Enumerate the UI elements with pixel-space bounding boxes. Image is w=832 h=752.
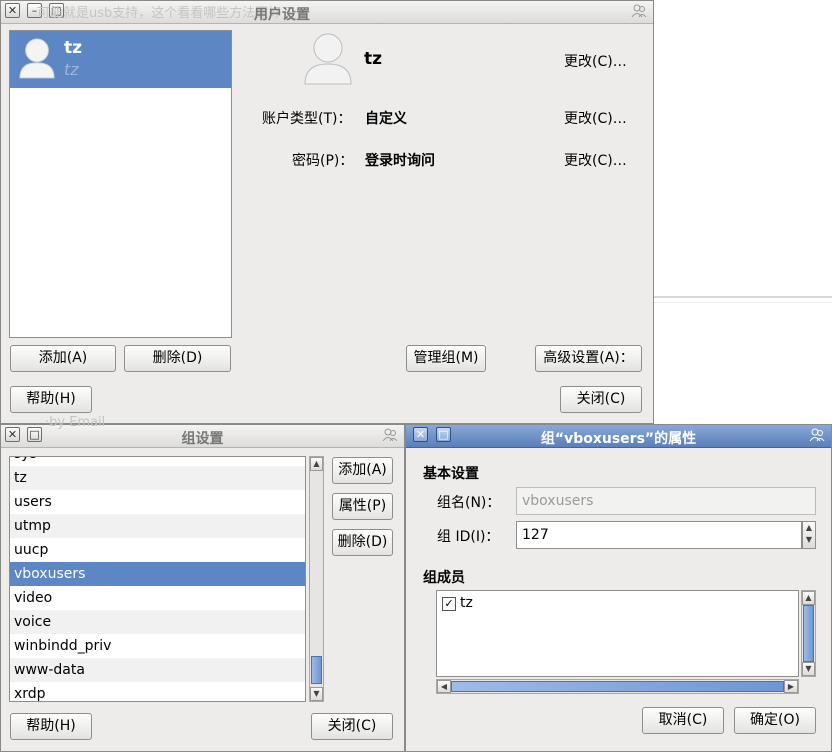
group-list-item[interactable]: winbindd_priv — [10, 634, 305, 658]
group-close-button[interactable]: 关闭(C) — [311, 713, 393, 740]
group-id-spinner[interactable]: 127 — [516, 521, 802, 549]
group-settings-titlebar[interactable]: ✕ □ ·by Email 组设置 — [1, 415, 404, 448]
scroll-down-icon[interactable]: ▼ — [310, 687, 323, 701]
cancel-button[interactable]: 取消(C) — [642, 707, 724, 734]
scrollbar-thumb[interactable] — [311, 656, 322, 684]
close-window-icon[interactable]: ✕ — [5, 3, 20, 18]
group-app-icon — [809, 428, 825, 442]
account-type-label: 账户类型(T)： — [262, 111, 352, 127]
users-app-icon — [631, 4, 647, 18]
account-type-value: 自定义 — [365, 111, 407, 127]
scroll-left-icon[interactable]: ◀ — [437, 680, 451, 693]
selected-user-name: tz — [364, 49, 383, 69]
add-group-button[interactable]: 添加(A) — [332, 457, 393, 484]
group-list[interactable]: sys tz users utmp uucp vboxusers video v… — [9, 456, 306, 702]
group-list-item[interactable]: uucp — [10, 538, 305, 562]
group-name-label: 组名(N)： — [437, 495, 501, 511]
group-list-item[interactable]: video — [10, 586, 305, 610]
scrollbar-thumb[interactable] — [451, 681, 784, 692]
group-list-item[interactable]: voice — [10, 610, 305, 634]
scroll-up-icon[interactable]: ▲ — [802, 591, 815, 605]
password-label: 密码(P)： — [292, 153, 354, 169]
group-app-icon — [382, 428, 398, 442]
user-list[interactable]: tz tz — [9, 30, 232, 338]
spinner-arrows-icon[interactable]: ▲ ▼ — [802, 521, 816, 549]
scroll-right-icon[interactable]: ▶ — [784, 680, 798, 693]
change-name-link[interactable]: 更改(C)… — [564, 51, 627, 71]
scroll-up-icon[interactable]: ▲ — [310, 457, 323, 471]
group-settings-window: ✕ □ ·by Email 组设置 sys tz users utmp uucp… — [0, 415, 405, 752]
group-list-item[interactable]: users — [10, 490, 305, 514]
group-name-field: vboxusers — [516, 487, 816, 515]
group-help-button[interactable]: 帮助(H) — [10, 713, 92, 740]
user-list-item[interactable]: tz tz — [10, 31, 231, 88]
group-list-item[interactable]: xrdp — [10, 682, 305, 701]
group-properties-button[interactable]: 属性(P) — [332, 493, 393, 520]
close-button[interactable]: 关闭(C) — [560, 386, 642, 413]
background-divider-2 — [653, 302, 832, 303]
background-divider — [653, 296, 832, 298]
scroll-down-icon[interactable]: ▼ — [802, 662, 815, 676]
help-button[interactable]: 帮助(H) — [10, 386, 92, 413]
members-list[interactable]: ✓ tz — [436, 590, 799, 677]
advanced-settings-button[interactable]: 高级设置(A)： — [535, 345, 642, 372]
group-properties-title: 组“vboxusers”的属性 — [540, 431, 697, 447]
members-horizontal-scrollbar[interactable]: ◀ ▶ — [436, 679, 799, 694]
add-user-button[interactable]: 添加(A) — [10, 345, 116, 372]
group-settings-title: 组设置 — [181, 431, 224, 447]
user-login: tz — [64, 60, 79, 79]
members-vertical-scrollbar[interactable]: ▲ ▼ — [801, 590, 816, 677]
user-settings-window: ✕ – □ 可能就是usb支持，这个看看哪些方法更好了 用户设置 tz tz t… — [0, 0, 654, 424]
user-large-avatar-icon — [304, 33, 352, 85]
scrollbar-thumb[interactable] — [803, 605, 814, 662]
member-checkbox[interactable]: ✓ — [442, 597, 456, 611]
user-settings-title: 用户设置 — [254, 7, 310, 23]
password-value: 登录时询问 — [365, 153, 435, 169]
ok-button[interactable]: 确定(O) — [734, 707, 816, 734]
change-password-link[interactable]: 更改(C)… — [564, 150, 627, 170]
delete-group-button[interactable]: 删除(D) — [332, 529, 393, 556]
group-list-scrollbar[interactable]: ▲ ▼ — [309, 456, 324, 702]
group-list-item[interactable]: tz — [10, 466, 305, 490]
change-account-type-link[interactable]: 更改(C)… — [564, 108, 627, 128]
group-list-item[interactable]: www-data — [10, 658, 305, 682]
member-name: tz — [460, 595, 473, 611]
user-avatar-icon — [19, 38, 55, 79]
group-list-item[interactable]: sys — [10, 457, 305, 466]
user-settings-titlebar[interactable]: ✕ – □ 可能就是usb支持，这个看看哪些方法更好了 用户设置 — [1, 1, 653, 24]
group-properties-titlebar[interactable]: ✕ □ 组“vboxusers”的属性 — [406, 425, 831, 448]
group-id-label: 组 ID(I)： — [437, 529, 500, 545]
group-properties-window: ✕ □ 组“vboxusers”的属性 基本设置 组名(N)： vboxuser… — [405, 424, 832, 752]
user-name: tz — [64, 38, 83, 58]
manage-groups-button[interactable]: 管理组(M) — [406, 345, 486, 372]
group-list-item-selected[interactable]: vboxusers — [10, 562, 305, 586]
basic-settings-heading: 基本设置 — [423, 466, 479, 482]
group-list-item[interactable]: utmp — [10, 514, 305, 538]
delete-user-button[interactable]: 删除(D) — [124, 345, 231, 372]
members-heading: 组成员 — [423, 570, 465, 586]
